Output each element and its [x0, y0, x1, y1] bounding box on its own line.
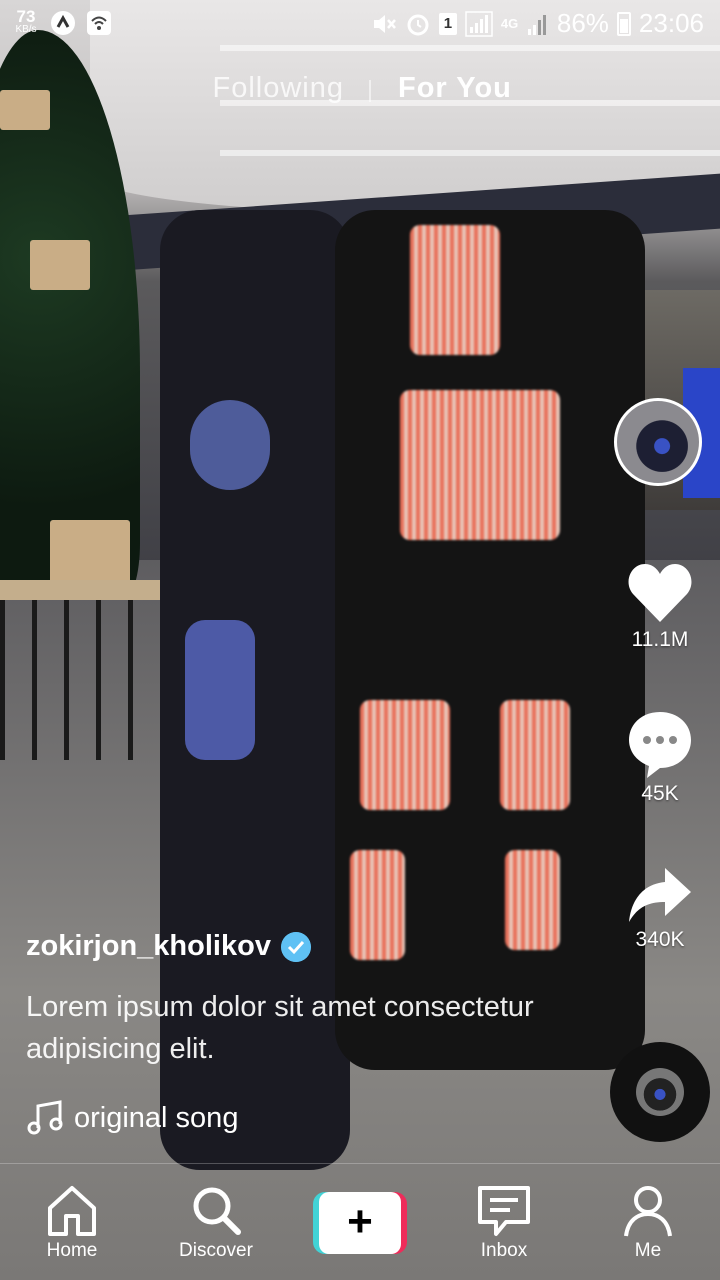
heart-icon — [628, 564, 692, 622]
music-disc-cover — [636, 1068, 684, 1116]
like-count: 11.1M — [631, 628, 689, 651]
share-button[interactable]: 340K — [605, 864, 715, 952]
music-title: original song — [74, 1101, 239, 1134]
music-disc[interactable] — [610, 1042, 710, 1142]
inbox-icon — [478, 1186, 530, 1236]
plus-icon: + — [319, 1192, 401, 1254]
nav-home[interactable]: Home — [12, 1184, 132, 1262]
nav-inbox[interactable]: Inbox — [444, 1184, 564, 1262]
music-note-icon — [27, 1100, 63, 1135]
profile-icon — [624, 1186, 672, 1237]
video-scene-fence — [0, 580, 170, 760]
tab-for-you[interactable]: For You — [398, 72, 512, 105]
video-glow-shin-left — [350, 850, 405, 960]
like-button[interactable]: 11.1M — [605, 562, 715, 652]
clock: 23:06 — [638, 8, 704, 38]
nav-discover-label: Discover — [179, 1240, 253, 1261]
status-bar: 73 KB/s 1 4G 86% 23:06 — [0, 0, 720, 50]
battery-percent: 86% — [556, 8, 609, 38]
bottom-nav: Home Discover + Inbox Me — [0, 1163, 720, 1280]
video-glow-leg-left — [360, 700, 450, 810]
video-glow-leg-right — [500, 700, 570, 810]
network-speed-value: 73 — [16, 7, 36, 26]
sim-indicator: 1 — [438, 12, 457, 35]
tab-divider — [369, 80, 371, 102]
feed-tabs: Following For You — [0, 72, 720, 112]
wifi-hotspot-icon — [87, 11, 111, 35]
video-performer-left-shoulder — [190, 400, 270, 490]
nav-me-label: Me — [634, 1240, 662, 1261]
network-speed: 73 KB/s — [12, 8, 40, 35]
home-icon — [48, 1186, 96, 1236]
video-glow-shin-right — [505, 850, 560, 950]
app-notification-icon — [51, 11, 75, 35]
nav-me[interactable]: Me — [588, 1184, 708, 1262]
video-performer-left-arm — [185, 620, 255, 760]
post-description: Lorem ipsum dolor sit amet consectetur a… — [26, 991, 534, 1065]
nav-inbox-label: Inbox — [480, 1240, 528, 1261]
create-button[interactable]: + — [313, 1192, 407, 1254]
tab-following[interactable]: Following — [213, 72, 345, 105]
creator-username[interactable]: zokirjon_kholikov — [26, 930, 271, 963]
mute-icon — [373, 14, 396, 33]
signal-strength-icon — [527, 14, 546, 35]
video-glow-chest — [400, 390, 560, 540]
network-speed-unit: KB/s — [15, 24, 37, 35]
network-type: 4G — [500, 15, 519, 31]
nav-home-label: Home — [46, 1240, 98, 1261]
status-right-group: 1 4G 86% 23:06 — [371, 8, 704, 39]
comment-button[interactable]: 45K — [605, 708, 715, 806]
share-icon — [629, 868, 691, 922]
video-glow-head — [410, 225, 500, 355]
signal-icon — [465, 10, 493, 37]
music-info[interactable]: original song — [26, 1100, 238, 1136]
app-screen: 73 KB/s 1 4G 86% 23:06 Following For You… — [0, 0, 720, 1280]
battery-icon — [616, 11, 631, 36]
alarm-icon — [407, 14, 429, 35]
nav-discover[interactable]: Discover — [156, 1184, 276, 1262]
creator-username-row[interactable]: zokirjon_kholikov — [26, 930, 311, 963]
search-icon — [193, 1187, 241, 1235]
share-count: 340K — [635, 928, 685, 951]
creator-avatar[interactable] — [614, 398, 702, 486]
comment-count: 45K — [641, 782, 679, 805]
verified-badge-icon — [280, 931, 311, 962]
comment-icon — [629, 712, 691, 778]
